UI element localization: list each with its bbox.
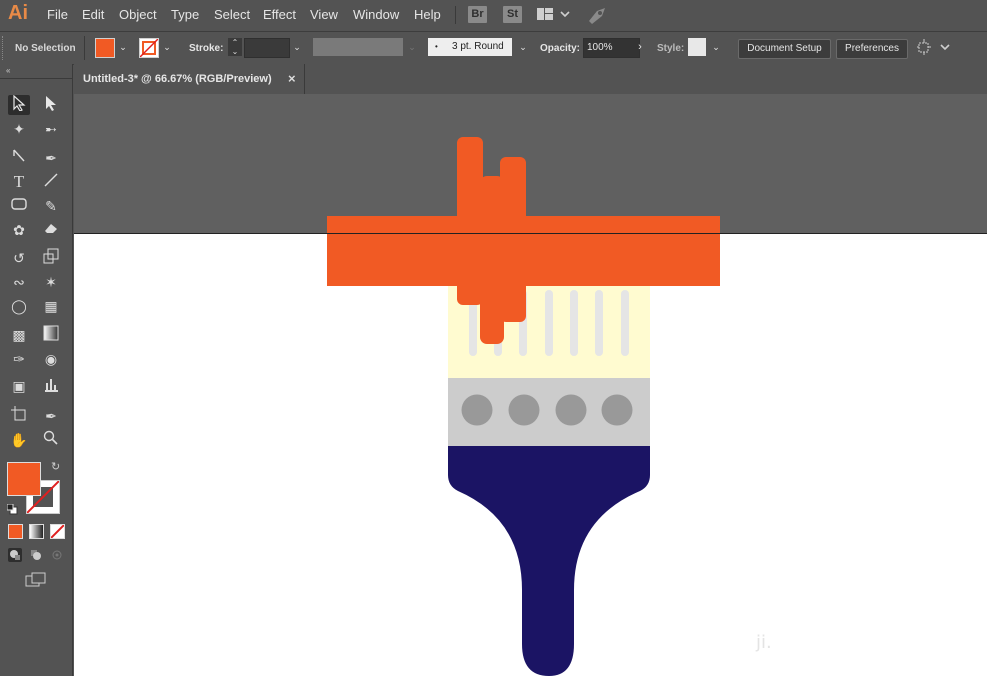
document-setup-button[interactable]: Document Setup bbox=[738, 39, 831, 59]
grip-handle[interactable] bbox=[2, 36, 5, 60]
gradient-tool-icon[interactable] bbox=[40, 325, 62, 345]
rivet bbox=[461, 394, 493, 426]
draw-normal-icon[interactable] bbox=[8, 548, 22, 562]
type-tool-icon[interactable]: T bbox=[8, 172, 30, 192]
eyedropper-tool-icon[interactable]: ✑ bbox=[8, 349, 30, 369]
stroke-swatch[interactable] bbox=[139, 38, 159, 58]
menu-window[interactable]: Window bbox=[353, 7, 399, 22]
preferences-button[interactable]: Preferences bbox=[836, 39, 908, 59]
draw-inside-icon[interactable] bbox=[50, 548, 64, 562]
none-mode-icon[interactable] bbox=[50, 524, 65, 539]
symbol-sprayer-tool-icon[interactable]: ▣ bbox=[8, 376, 30, 396]
brush-handle bbox=[448, 446, 650, 676]
default-colors-icon[interactable] bbox=[6, 502, 18, 515]
profile-dropdown-icon[interactable]: ⌄ bbox=[405, 38, 419, 56]
stroke-weight-input[interactable] bbox=[244, 38, 290, 58]
rotate-tool-icon[interactable]: ↺ bbox=[8, 248, 30, 268]
warp-tool-icon[interactable]: ∾ bbox=[8, 272, 30, 292]
change-screen-mode-icon[interactable] bbox=[25, 572, 47, 588]
artwork bbox=[74, 137, 987, 676]
line-segment-tool-icon[interactable] bbox=[40, 172, 62, 192]
app-logo: Ai bbox=[8, 2, 28, 24]
hand-tool-icon[interactable]: ✋ bbox=[8, 430, 30, 450]
paintbrush-tool-icon[interactable]: ✎ bbox=[40, 196, 62, 216]
opacity-arrow-icon[interactable]: › bbox=[633, 38, 647, 56]
menu-edit[interactable]: Edit bbox=[82, 7, 104, 22]
tools-panel: « ✦ ➸ ✒ T ✎ ✿ ↺ ∾ ✶ ◯ ▦ ▩ ✑ ◉ ▣ ✒ ✋ ↻ bbox=[0, 64, 73, 676]
blend-tool-icon[interactable]: ◉ bbox=[40, 349, 62, 369]
stroke-weight-dropdown-icon[interactable]: ⌄ bbox=[290, 38, 304, 56]
arrange-documents-icon[interactable] bbox=[917, 39, 951, 60]
eraser-tool-icon[interactable] bbox=[40, 220, 62, 240]
color-mode-icon[interactable] bbox=[8, 524, 23, 539]
style-label: Style: bbox=[657, 43, 685, 54]
perspective-grid-tool-icon[interactable]: ▦ bbox=[40, 296, 62, 316]
shape-builder-tool-icon[interactable]: ◯ bbox=[8, 296, 30, 316]
stroke-label: Stroke: bbox=[189, 43, 224, 54]
zoom-tool-icon[interactable] bbox=[40, 430, 62, 450]
menu-bar: Ai File Edit Object Type Select Effect V… bbox=[0, 0, 987, 30]
draw-behind-icon[interactable] bbox=[29, 548, 43, 562]
canvas-area[interactable]: ji. bbox=[74, 94, 987, 676]
control-bar: No Selection ⌄ ⌄ Stroke: ⌃ ⌄ ⌄ ⌄ • 3 pt. … bbox=[0, 31, 987, 65]
gpu-rocket-icon[interactable] bbox=[586, 5, 608, 30]
puppet-warp-tool-icon[interactable]: ✶ bbox=[40, 272, 62, 292]
stroke-dropdown-icon[interactable]: ⌄ bbox=[160, 38, 174, 56]
watermark: ji. bbox=[756, 632, 772, 653]
direct-selection-tool-icon[interactable] bbox=[40, 95, 62, 115]
magic-wand-tool-icon[interactable]: ✦ bbox=[8, 119, 30, 139]
brush-dot-icon: • bbox=[435, 42, 438, 51]
stroke-weight-stepper[interactable]: ⌃ ⌄ bbox=[228, 38, 242, 56]
document-tab[interactable]: Untitled-3* @ 66.67% (RGB/Preview) × bbox=[74, 64, 305, 94]
menu-view[interactable]: View bbox=[310, 7, 338, 22]
selection-tool-icon[interactable] bbox=[8, 94, 30, 115]
menu-divider bbox=[455, 6, 456, 24]
bridge-button[interactable]: Br bbox=[468, 6, 487, 23]
menu-select[interactable]: Select bbox=[214, 7, 250, 22]
collapse-panel-icon[interactable]: « bbox=[6, 66, 10, 75]
slice-tool-icon[interactable]: ✒ bbox=[40, 406, 62, 426]
variable-width-profile[interactable] bbox=[313, 38, 403, 56]
menu-object[interactable]: Object bbox=[119, 7, 157, 22]
document-tab-title: Untitled-3* @ 66.67% (RGB/Preview) bbox=[83, 73, 272, 85]
brush-name: 3 pt. Round bbox=[452, 41, 504, 52]
rivet bbox=[508, 394, 540, 426]
menu-effect[interactable]: Effect bbox=[263, 7, 296, 22]
pen-tool-icon[interactable] bbox=[8, 148, 30, 168]
opacity-label: Opacity: bbox=[540, 43, 581, 54]
artboard-tool-icon[interactable] bbox=[8, 406, 30, 426]
shaper-tool-icon[interactable]: ✿ bbox=[8, 220, 30, 240]
selection-status: No Selection bbox=[15, 43, 76, 54]
divider bbox=[84, 36, 85, 60]
fill-swatch[interactable] bbox=[95, 38, 115, 58]
stock-button[interactable]: St bbox=[503, 6, 522, 23]
swap-fill-stroke-icon[interactable]: ↻ bbox=[51, 460, 60, 473]
workspace-icon[interactable] bbox=[537, 7, 571, 28]
brush-definition[interactable]: • 3 pt. Round bbox=[428, 38, 512, 56]
brush-dropdown-icon[interactable]: ⌄ bbox=[516, 38, 530, 56]
menu-help[interactable]: Help bbox=[414, 7, 441, 22]
rivet bbox=[601, 394, 633, 426]
rectangle-tool-icon[interactable] bbox=[8, 196, 30, 216]
gradient-mode-icon[interactable] bbox=[29, 524, 44, 539]
close-tab-icon[interactable]: × bbox=[288, 71, 296, 86]
curvature-tool-icon[interactable]: ✒ bbox=[40, 148, 62, 168]
panel-header-line bbox=[0, 78, 72, 79]
opacity-input[interactable]: 100% bbox=[583, 38, 640, 58]
rivet bbox=[555, 394, 587, 426]
style-dropdown-icon[interactable]: ⌄ bbox=[709, 38, 723, 56]
fill-dropdown-icon[interactable]: ⌄ bbox=[116, 38, 130, 56]
menu-type[interactable]: Type bbox=[171, 7, 199, 22]
mesh-tool-icon[interactable]: ▩ bbox=[8, 325, 30, 345]
menu-file[interactable]: File bbox=[47, 7, 68, 22]
paint-stroke-bar bbox=[327, 216, 720, 286]
lasso-tool-icon[interactable]: ➸ bbox=[40, 119, 62, 139]
fill-color-box[interactable] bbox=[7, 462, 41, 496]
graphic-style-swatch[interactable] bbox=[688, 38, 706, 56]
column-graph-tool-icon[interactable] bbox=[40, 376, 62, 396]
scale-tool-icon[interactable] bbox=[40, 248, 62, 268]
